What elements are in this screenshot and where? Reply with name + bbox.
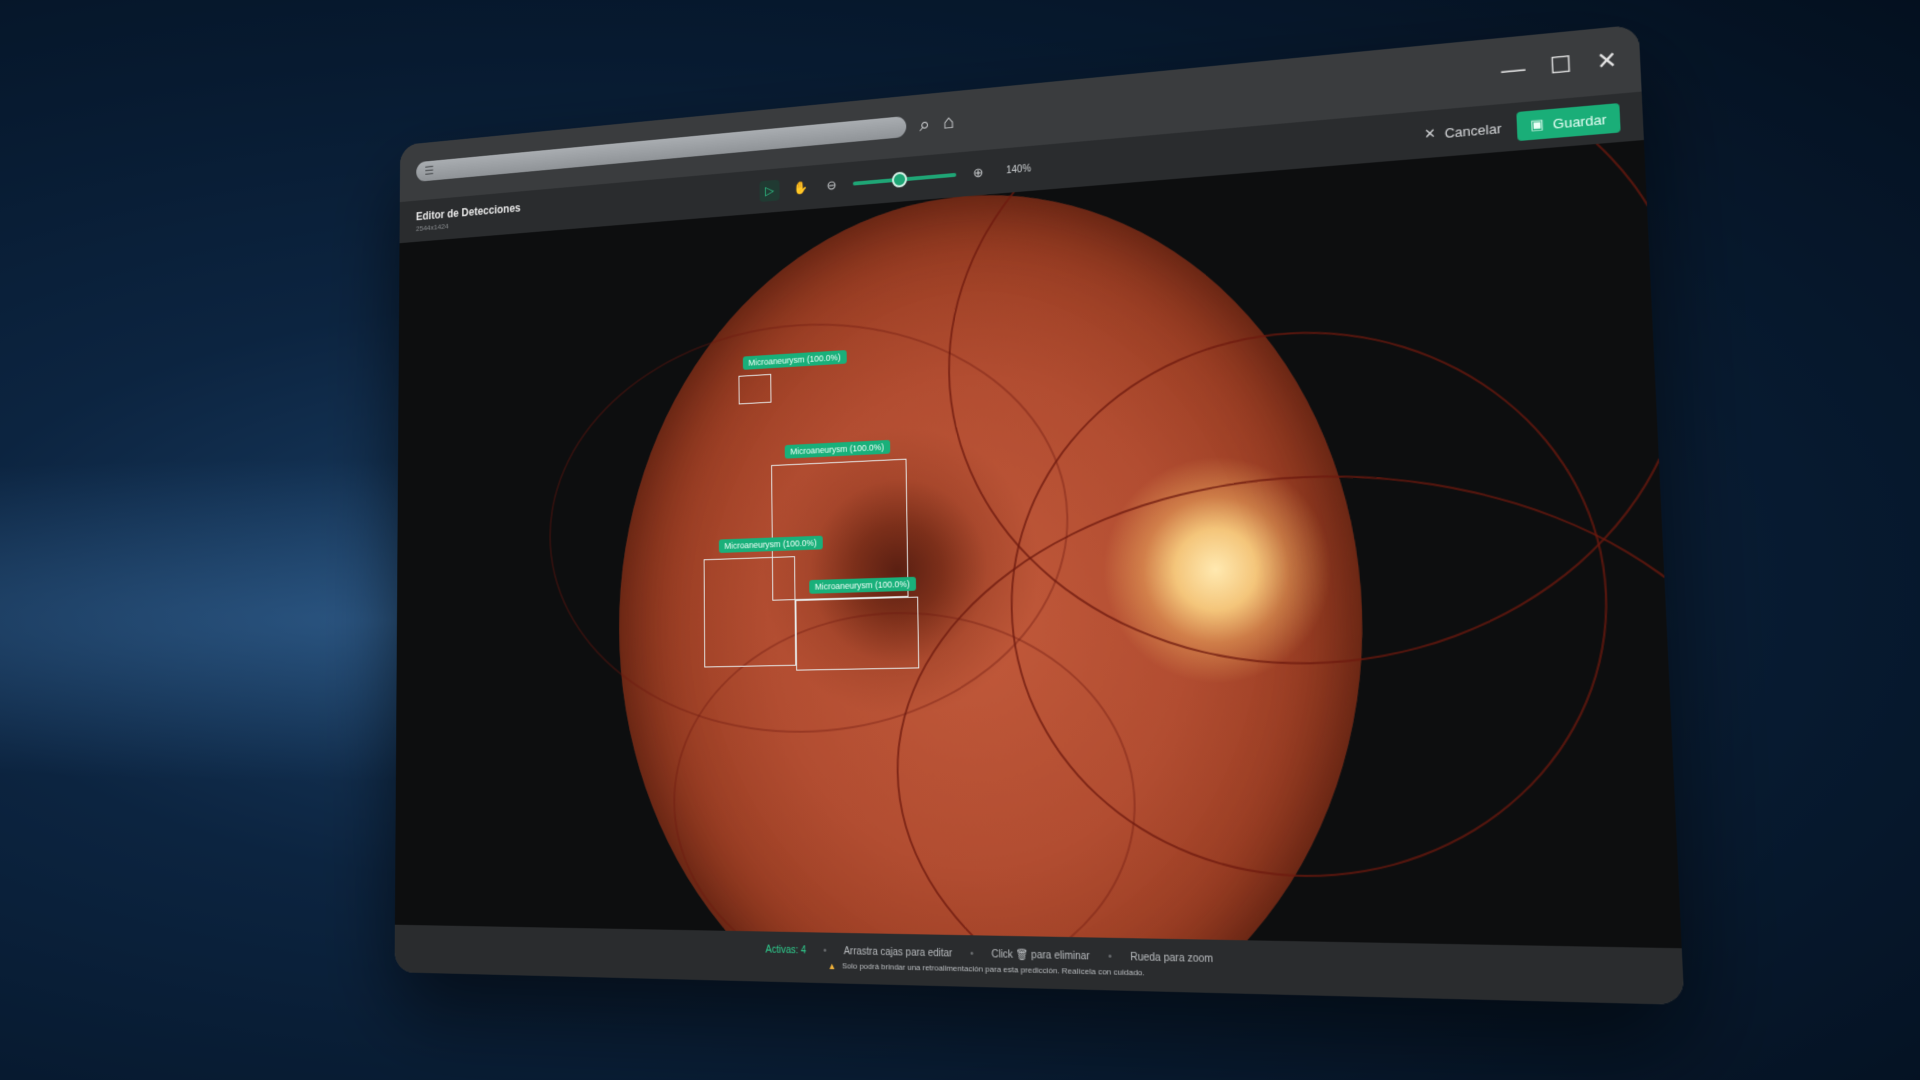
separator: • bbox=[1108, 950, 1112, 963]
home-icon[interactable]: ⌂ bbox=[943, 111, 955, 134]
warning-text: Solo podrá brindar una retroalimentación… bbox=[841, 961, 1145, 978]
minimize-icon[interactable]: — bbox=[1501, 55, 1526, 84]
window-controls: — ☐ ✕ bbox=[1501, 47, 1618, 85]
save-button-label: Guardar bbox=[1552, 111, 1607, 132]
active-count: Activas: 4 bbox=[765, 944, 807, 956]
zoom-out-icon[interactable]: ⊖ bbox=[821, 174, 842, 197]
warning-message: ▲ Solo podrá brindar una retroalimentaci… bbox=[828, 960, 1145, 978]
cancel-button-label: Cancelar bbox=[1444, 120, 1502, 141]
separator: • bbox=[823, 945, 827, 957]
detection-box[interactable] bbox=[738, 373, 772, 405]
detection-box[interactable] bbox=[703, 556, 797, 668]
zoom-slider-handle[interactable] bbox=[891, 171, 907, 189]
stage: ☰ ⌕ ⌂ — ☐ ✕ Editor de Detecciones 2544x1… bbox=[0, 0, 1920, 1080]
vessel bbox=[892, 456, 1682, 949]
hint-drag: Arrastra cajas para editar bbox=[843, 945, 953, 960]
app-window: ☰ ⌕ ⌂ — ☐ ✕ Editor de Detecciones 2544x1… bbox=[394, 24, 1685, 1005]
hint-click: Click 🗑 para eliminar bbox=[991, 948, 1090, 963]
search-icon[interactable]: ⌕ bbox=[919, 113, 930, 136]
image-viewer[interactable]: Microaneurysm (100.0%) Microaneurysm (10… bbox=[394, 140, 1682, 949]
detection-box[interactable] bbox=[795, 596, 920, 671]
cancel-button[interactable]: ✕ Cancelar bbox=[1424, 120, 1502, 143]
close-icon: ✕ bbox=[1423, 125, 1437, 142]
zoom-level: 140% bbox=[1006, 163, 1032, 176]
save-icon: ▣ bbox=[1529, 115, 1545, 133]
zoom-in-icon[interactable]: ⊕ bbox=[968, 161, 989, 184]
toolbar-actions: ✕ Cancelar ▣ Guardar bbox=[1424, 103, 1621, 149]
vessel bbox=[1005, 313, 1620, 881]
warning-icon: ▲ bbox=[827, 960, 837, 971]
hint-wheel: Rueda para zoom bbox=[1130, 951, 1214, 965]
select-tool-icon[interactable]: ▷ bbox=[759, 179, 780, 203]
menu-icon[interactable]: ☰ bbox=[424, 163, 434, 178]
pan-tool-icon[interactable]: ✋ bbox=[790, 177, 810, 200]
separator: • bbox=[969, 948, 974, 960]
close-icon[interactable]: ✕ bbox=[1596, 47, 1618, 76]
save-button[interactable]: ▣ Guardar bbox=[1516, 103, 1621, 142]
vessel bbox=[943, 140, 1682, 671]
title-block: Editor de Detecciones 2544x1424 bbox=[416, 201, 521, 233]
fundus-image bbox=[549, 140, 1682, 949]
zoom-slider[interactable] bbox=[852, 171, 957, 189]
maximize-icon[interactable]: ☐ bbox=[1549, 51, 1572, 80]
